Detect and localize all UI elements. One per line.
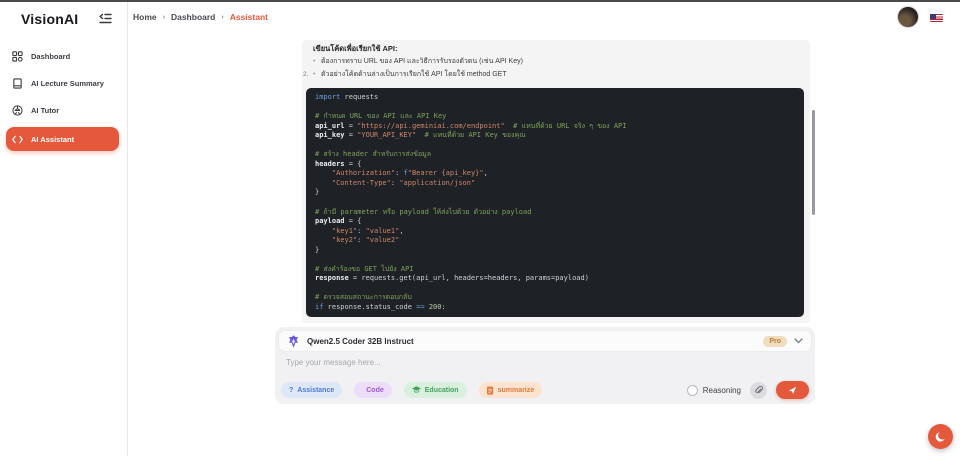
question-icon: ? — [289, 386, 294, 394]
bullet-icon: • — [313, 71, 316, 78]
grid-icon — [12, 50, 23, 62]
sidebar-item-dashboard[interactable]: Dashboard — [6, 47, 119, 65]
graduation-cap-icon — [411, 386, 421, 394]
quick-tags-row: ? Assistance Code Education summarize Reason… — [281, 381, 809, 399]
paperclip-icon — [754, 385, 763, 395]
chat-input-panel: Qwen2.5 Coder 32B Instruct Pro ?Assistan… — [275, 327, 815, 404]
list-number: 2. — [303, 71, 309, 78]
code-icon — [12, 134, 23, 145]
bullet-icon: • — [313, 58, 316, 65]
qwen-logo-icon — [287, 334, 300, 348]
breadcrumb-assistant[interactable]: Assistant — [230, 12, 268, 22]
list-item: • ต้องการทราบ URL ของ API และวิธีการรับร… — [303, 56, 802, 69]
sidebar-item-ai-assistant[interactable]: AI Assistant — [6, 127, 119, 151]
sidebar-item-ai-tutor[interactable]: AI Tutor — [6, 101, 119, 119]
list-item: 2. • ตัวอย่างโค้ดด้านล่างเป็นการเรียกใช้… — [303, 69, 802, 82]
reasoning-toggle: Reasoning — [686, 384, 750, 396]
breadcrumb-home[interactable]: Home — [133, 12, 157, 22]
tag-summarize[interactable]: summarize — [478, 382, 543, 398]
list-item-text: ต้องการทราบ URL ของ API และวิธีการรับรอง… — [321, 58, 523, 65]
app-logo: VisionAI — [21, 11, 79, 27]
vertical-scrollbar[interactable] — [812, 110, 815, 215]
reasoning-checkbox[interactable] — [686, 384, 698, 396]
sidebar-item-label: AI Lecture Summary — [31, 78, 104, 88]
message-bullet-list: • ต้องการทราบ URL ของ API และวิธีการรับร… — [303, 56, 802, 82]
attach-file-button[interactable] — [750, 381, 767, 399]
chevron-right-icon: › — [221, 13, 224, 21]
pro-badge: Pro — [763, 335, 787, 347]
sidebar-item-ai-lecture-summary[interactable]: AI Lecture Summary — [6, 74, 119, 92]
book-icon — [12, 77, 23, 89]
model-name: Qwen2.5 Coder 32B Instruct — [307, 336, 414, 346]
window-top-border — [0, 0, 960, 2]
model-selector[interactable]: Qwen2.5 Coder 32B Instruct Pro — [278, 330, 812, 352]
language-flag-us-icon[interactable] — [930, 14, 943, 22]
code-block[interactable]: import requests # กำหนด URL ของ API และ … — [306, 88, 804, 317]
tag-label: Assistance — [297, 386, 335, 394]
list-item-text: ตัวอย่างโค้ดด้านล่างเป็นการเรียกใช้ API … — [321, 71, 507, 78]
sidebar-item-label: AI Tutor — [31, 105, 60, 115]
user-avatar[interactable] — [897, 6, 919, 28]
breadcrumb-dashboard[interactable]: Dashboard — [171, 12, 215, 22]
reasoning-label: Reasoning — [702, 385, 741, 395]
sidebar: VisionAI Dashboard AI Lecture Summary AI… — [0, 2, 128, 456]
chevron-down-icon — [794, 338, 803, 344]
app-window: VisionAI Dashboard AI Lecture Summary AI… — [0, 0, 960, 456]
dark-mode-toggle-button[interactable] — [928, 424, 953, 449]
chevron-right-icon: › — [162, 13, 165, 21]
tag-code[interactable]: Code — [354, 382, 392, 398]
sidebar-collapse-button[interactable] — [98, 13, 112, 26]
sidebar-item-label: AI Assistant — [31, 134, 75, 144]
globe-icon — [12, 104, 23, 116]
tag-label: summarize — [497, 386, 535, 394]
sidebar-item-label: Dashboard — [31, 51, 71, 61]
moon-icon — [935, 431, 947, 443]
collapse-sidebar-icon — [98, 11, 112, 29]
message-heading: เขียนโค้ดเพื่อเรียกใช้ API: — [313, 44, 398, 53]
tag-label: Code — [366, 386, 384, 394]
message-input[interactable] — [284, 357, 688, 368]
tag-assistance[interactable]: ? Assistance — [281, 382, 343, 398]
document-icon — [486, 386, 494, 395]
assistant-message-panel: เขียนโค้ดเพื่อเรียกใช้ API: • ต้องการทรา… — [302, 40, 810, 323]
send-icon — [788, 386, 797, 395]
tag-label: Education — [424, 386, 459, 394]
send-button[interactable] — [776, 381, 809, 399]
tag-education[interactable]: Education — [403, 382, 467, 398]
breadcrumb: Home › Dashboard › Assistant — [133, 12, 268, 22]
